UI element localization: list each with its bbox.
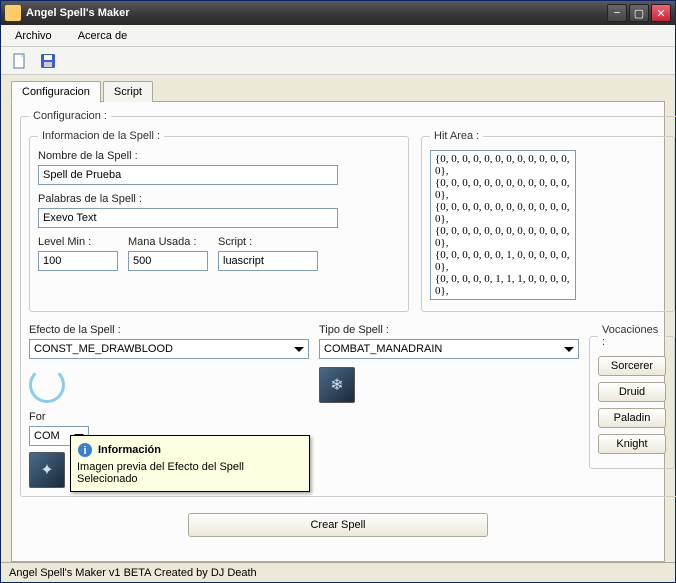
effect-select[interactable]: CONST_ME_DRAWBLOOD bbox=[29, 339, 309, 359]
titlebar: Angel Spell's Maker − ▢ ✕ bbox=[1, 1, 675, 25]
toolbar bbox=[1, 47, 675, 75]
minimize-button[interactable]: − bbox=[607, 4, 627, 22]
config-panel: Configuracion : Informacion de la Spell … bbox=[11, 101, 665, 562]
type-preview-icon: ❄ bbox=[319, 367, 355, 403]
vocations-legend: Vocaciones : bbox=[598, 324, 666, 348]
svg-text:i: i bbox=[83, 445, 86, 457]
app-icon bbox=[5, 5, 21, 21]
window-controls: − ▢ ✕ bbox=[607, 4, 671, 22]
vocation-sorcerer-button[interactable]: Sorcerer bbox=[598, 356, 666, 376]
info-icon: i bbox=[77, 442, 93, 458]
spellinfo-legend: Informacion de la Spell : bbox=[38, 130, 164, 142]
tooltip-title: Información bbox=[98, 444, 161, 456]
menubar: Archivo Acerca de bbox=[1, 25, 675, 47]
vocations-group: Vocaciones : Sorcerer Druid Paladin Knig… bbox=[589, 324, 675, 469]
close-button[interactable]: ✕ bbox=[651, 4, 671, 22]
spellwords-input[interactable] bbox=[38, 208, 338, 228]
create-spell-button[interactable]: Crear Spell bbox=[188, 513, 488, 537]
maximize-button[interactable]: ▢ bbox=[629, 4, 649, 22]
tab-configuracion[interactable]: Configuracion bbox=[11, 81, 101, 103]
script-label: Script : bbox=[218, 236, 318, 248]
vocation-knight-button[interactable]: Knight bbox=[598, 434, 666, 454]
tooltip-body: Imagen previa del Efecto del Spell Selec… bbox=[77, 461, 303, 485]
vocation-paladin-button[interactable]: Paladin bbox=[598, 408, 666, 428]
main-window: Angel Spell's Maker − ▢ ✕ Archivo Acerca… bbox=[0, 0, 676, 583]
status-text: Angel Spell's Maker v1 BETA Created by D… bbox=[9, 567, 257, 579]
save-icon[interactable] bbox=[39, 52, 57, 70]
type-select[interactable]: COMBAT_MANADRAIN bbox=[319, 339, 579, 359]
tab-script[interactable]: Script bbox=[103, 81, 153, 102]
manaused-label: Mana Usada : bbox=[128, 236, 208, 248]
tab-strip: Configuracion Script bbox=[11, 81, 665, 102]
levelmin-label: Level Min : bbox=[38, 236, 118, 248]
effect-preview-icon: ✦ bbox=[29, 452, 65, 488]
loading-spinner-icon bbox=[29, 367, 65, 403]
vocation-druid-button[interactable]: Druid bbox=[598, 382, 666, 402]
footer-buttons: Crear Spell bbox=[20, 503, 656, 547]
effect-label: Efecto de la Spell : bbox=[29, 324, 309, 336]
formula-label-truncated: For bbox=[29, 411, 89, 423]
manaused-input[interactable] bbox=[128, 251, 208, 271]
hitarea-textarea[interactable] bbox=[430, 150, 576, 300]
script-input[interactable] bbox=[218, 251, 318, 271]
config-legend: Configuracion : bbox=[29, 110, 111, 122]
hitarea-group: Hit Area : bbox=[421, 130, 675, 312]
type-label: Tipo de Spell : bbox=[319, 324, 579, 336]
menu-about[interactable]: Acerca de bbox=[74, 28, 132, 44]
statusbar: Angel Spell's Maker v1 BETA Created by D… bbox=[1, 562, 675, 582]
spellname-input[interactable] bbox=[38, 165, 338, 185]
hitarea-legend: Hit Area : bbox=[430, 130, 483, 142]
spellname-label: Nombre de la Spell : bbox=[38, 150, 400, 162]
window-title: Angel Spell's Maker bbox=[26, 7, 607, 19]
menu-file[interactable]: Archivo bbox=[11, 28, 56, 44]
spellwords-label: Palabras de la Spell : bbox=[38, 193, 400, 205]
new-file-icon[interactable] bbox=[11, 52, 29, 70]
spellinfo-group: Informacion de la Spell : Nombre de la S… bbox=[29, 130, 409, 312]
info-tooltip: i Información Imagen previa del Efecto d… bbox=[70, 435, 310, 492]
levelmin-input[interactable] bbox=[38, 251, 118, 271]
